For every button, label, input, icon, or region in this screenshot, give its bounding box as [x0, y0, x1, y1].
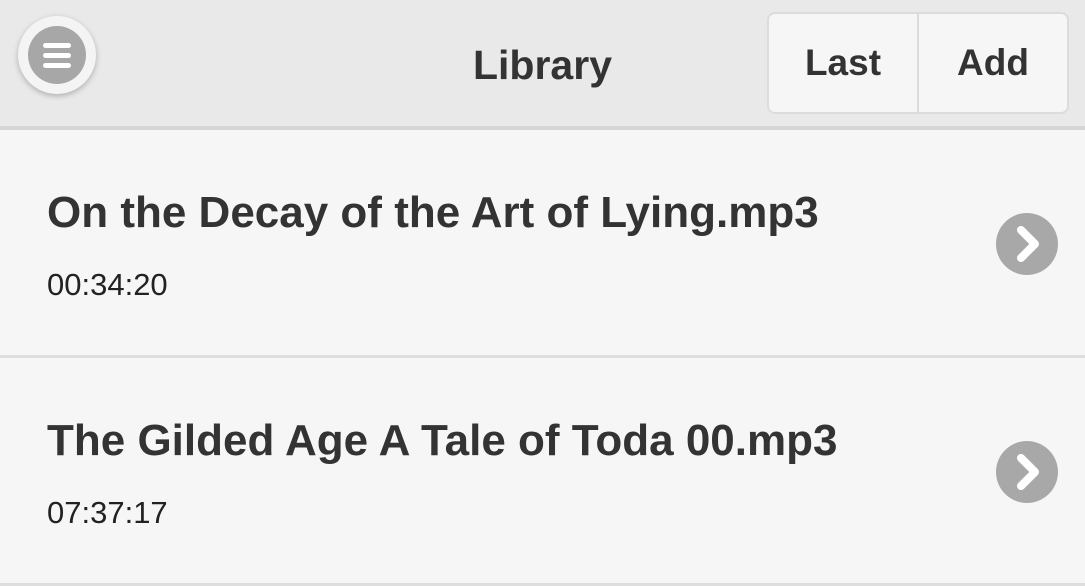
header-button-group: Last Add: [767, 12, 1069, 114]
menu-button[interactable]: [18, 16, 96, 94]
last-button[interactable]: Last: [769, 14, 917, 112]
chevron-right-icon[interactable]: [996, 441, 1058, 503]
list-item[interactable]: On the Decay of the Art of Lying.mp3 00:…: [0, 130, 1085, 358]
hamburger-menu-icon: [28, 26, 86, 84]
list-item[interactable]: The Gilded Age A Tale of Toda 00.mp3 07:…: [0, 358, 1085, 586]
chevron-right-icon[interactable]: [996, 213, 1058, 275]
header-bar: Library Last Add: [0, 0, 1085, 130]
item-duration: 00:34:20: [47, 267, 168, 302]
library-list: On the Decay of the Art of Lying.mp3 00:…: [0, 130, 1085, 586]
add-button[interactable]: Add: [917, 14, 1067, 112]
item-duration: 07:37:17: [47, 495, 168, 530]
item-title: On the Decay of the Art of Lying.mp3: [47, 188, 819, 237]
item-title: The Gilded Age A Tale of Toda 00.mp3: [47, 416, 838, 465]
